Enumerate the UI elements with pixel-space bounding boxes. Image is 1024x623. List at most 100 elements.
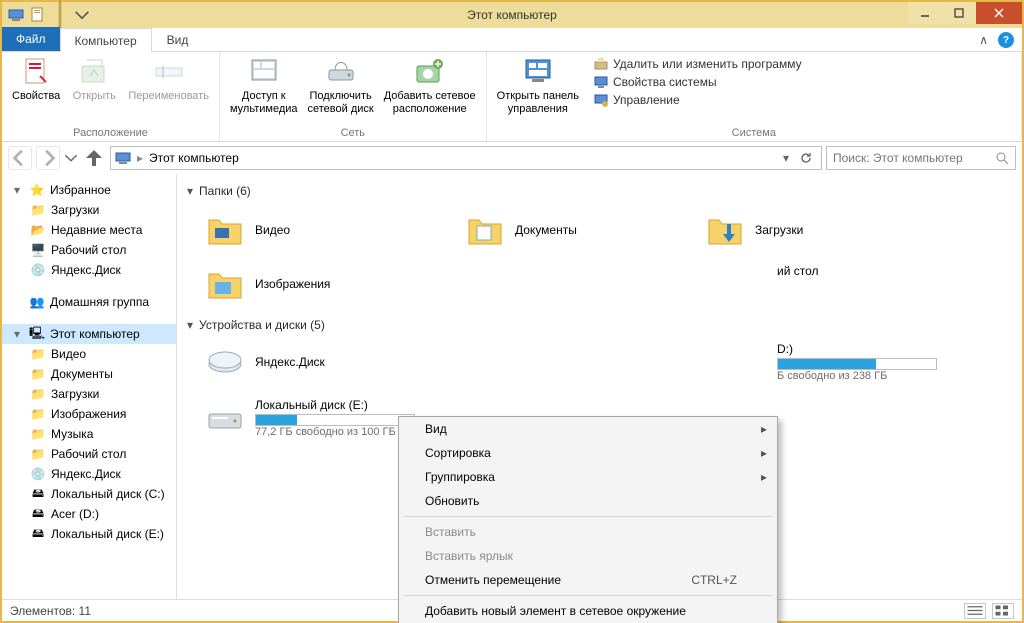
tree-favorites[interactable]: ▾⭐Избранное	[2, 180, 176, 200]
homegroup-icon: 👥	[29, 294, 45, 310]
submenu-arrow-icon: ▸	[761, 446, 767, 460]
media-access-button[interactable]: Доступ к мультимедиа	[230, 56, 298, 115]
tiles-view-button[interactable]	[992, 603, 1014, 619]
ctx-undo-accel: CTRL+Z	[691, 573, 737, 587]
tree-pc-drive-d[interactable]: 🖴Acer (D:)	[2, 504, 176, 524]
folder-icon: 📁	[30, 202, 46, 218]
refresh-icon[interactable]	[799, 151, 813, 165]
ctx-undo-move[interactable]: Отменить перемещениеCTRL+Z	[399, 568, 777, 592]
tree-fav-desktop[interactable]: 🖥️Рабочий стол	[2, 240, 176, 260]
group-label-location: Расположение	[12, 125, 209, 139]
ribbon-tabs: Файл Компьютер Вид ∧ ?	[2, 28, 1022, 52]
control-panel-icon	[522, 56, 554, 88]
yadisk-drive-icon	[205, 342, 245, 382]
folder-icon	[205, 210, 245, 250]
submenu-arrow-icon: ▸	[761, 422, 767, 436]
divider-icon	[52, 7, 68, 23]
ctx-view[interactable]: Вид▸	[399, 417, 777, 441]
drive-e-bar	[255, 414, 415, 426]
forward-button[interactable]	[36, 146, 60, 170]
folder-icon: 📁	[30, 426, 46, 442]
properties-icon[interactable]	[30, 7, 46, 23]
nav-pane: ▾⭐Избранное 📁Загрузки 📂Недавние места 🖥️…	[2, 174, 177, 599]
tree-homegroup[interactable]: 👥Домашняя группа	[2, 292, 176, 312]
map-drive-button[interactable]: Подключить сетевой диск	[308, 56, 374, 115]
tree-pc-music[interactable]: 📁Музыка	[2, 424, 176, 444]
drive-network-icon	[325, 56, 357, 88]
drive-icon: 🖴	[30, 506, 46, 522]
folder-icon	[205, 264, 245, 304]
collapse-ribbon-icon[interactable]: ∧	[979, 33, 988, 47]
tree-fav-downloads[interactable]: 📁Загрузки	[2, 200, 176, 220]
tab-view[interactable]: Вид	[152, 27, 204, 51]
qat-dropdown-icon[interactable]	[74, 7, 90, 23]
search-box[interactable]	[826, 146, 1016, 170]
system-properties-button[interactable]: Свойства системы	[593, 74, 802, 90]
history-dropdown[interactable]	[64, 146, 78, 170]
ctx-refresh[interactable]: Обновить	[399, 489, 777, 513]
context-menu: Вид▸ Сортировка▸ Группировка▸ Обновить В…	[398, 416, 778, 623]
folder-desktop-partial[interactable]: ий стол	[777, 264, 1017, 278]
status-count: Элементов: 11	[10, 604, 91, 618]
tree-pc-documents[interactable]: 📁Документы	[2, 364, 176, 384]
close-button[interactable]	[976, 2, 1022, 24]
back-button[interactable]	[8, 146, 32, 170]
tree-pc-yadisk[interactable]: 💿Яндекс.Диск	[2, 464, 176, 484]
tree-this-pc[interactable]: ▾🖳Этот компьютер	[2, 324, 176, 344]
drive-d-partial[interactable]: D:) Б свободно из 238 ГБ	[777, 342, 1022, 382]
tree-pc-desktop[interactable]: 📁Рабочий стол	[2, 444, 176, 464]
help-icon[interactable]: ?	[998, 32, 1014, 48]
tab-computer[interactable]: Компьютер	[60, 28, 152, 52]
tree-fav-yadisk[interactable]: 💿Яндекс.Диск	[2, 260, 176, 280]
folders-grid: Видео Документы Загрузки Изображения ий …	[185, 202, 1014, 312]
maximize-button[interactable]	[942, 2, 976, 24]
tree-pc-drive-c[interactable]: 🖴Локальный диск (C:)	[2, 484, 176, 504]
ctx-sort[interactable]: Сортировка▸	[399, 441, 777, 465]
desktop-icon: 🖥️	[30, 242, 46, 258]
search-icon[interactable]	[995, 151, 1009, 165]
crumb-sep-icon[interactable]: ▸	[137, 151, 143, 165]
minimize-button[interactable]	[908, 2, 942, 24]
search-input[interactable]	[833, 151, 995, 165]
ribbon-group-location: Свойства Открыть Переименовать Расположе…	[2, 52, 220, 141]
folder-pictures[interactable]: Изображения	[205, 264, 445, 304]
group-folders-header[interactable]: ▾Папки (6)	[187, 184, 1014, 198]
properties-button[interactable]: Свойства	[12, 56, 60, 103]
nav-bar: ▸ Этот компьютер ▾	[2, 142, 1022, 174]
tree-pc-downloads[interactable]: 📁Загрузки	[2, 384, 176, 404]
folder-documents[interactable]: Документы	[465, 210, 705, 250]
up-button[interactable]	[82, 146, 106, 170]
tree-pc-drive-e[interactable]: 🖴Локальный диск (E:)	[2, 524, 176, 544]
tab-file[interactable]: Файл	[2, 27, 60, 51]
pc-crumb-icon	[115, 150, 131, 166]
drive-yadisk[interactable]: Яндекс.Диск	[205, 342, 445, 382]
uninstall-button[interactable]: Удалить или изменить программу	[593, 56, 802, 72]
address-bar[interactable]: ▸ Этот компьютер ▾	[110, 146, 822, 170]
ctx-group[interactable]: Группировка▸	[399, 465, 777, 489]
folder-icon	[465, 210, 505, 250]
ctx-paste-shortcut: Вставить ярлык	[399, 544, 777, 568]
folder-downloads[interactable]: Загрузки	[705, 210, 945, 250]
folder-icon: 📁	[30, 366, 46, 382]
media-icon	[248, 56, 280, 88]
window-controls	[908, 2, 1022, 24]
folder-video[interactable]: Видео	[205, 210, 445, 250]
yadisk-icon: 💿	[30, 262, 46, 278]
address-dropdown-icon[interactable]: ▾	[783, 151, 789, 165]
control-panel-button[interactable]: Открыть панель управления	[497, 56, 579, 115]
properties-bigicon	[20, 56, 52, 88]
title-bar: Этот компьютер	[2, 2, 1022, 28]
add-network-location-button[interactable]: Добавить сетевое расположение	[384, 56, 476, 115]
ribbon-group-network: Доступ к мультимедиа Подключить сетевой …	[220, 52, 487, 141]
ctx-paste: Вставить	[399, 520, 777, 544]
crumb-this-pc[interactable]: Этот компьютер	[149, 151, 239, 165]
tree-fav-recent[interactable]: 📂Недавние места	[2, 220, 176, 240]
manage-button[interactable]: Управление	[593, 92, 802, 108]
ctx-add-network-place[interactable]: Добавить новый элемент в сетевое окружен…	[399, 599, 777, 623]
tree-pc-video[interactable]: 📁Видео	[2, 344, 176, 364]
group-devices-header[interactable]: ▾Устройства и диски (5)	[187, 318, 1014, 332]
tree-pc-pictures[interactable]: 📁Изображения	[2, 404, 176, 424]
uninstall-icon	[593, 56, 609, 72]
details-view-button[interactable]	[964, 603, 986, 619]
open-icon	[78, 56, 110, 88]
